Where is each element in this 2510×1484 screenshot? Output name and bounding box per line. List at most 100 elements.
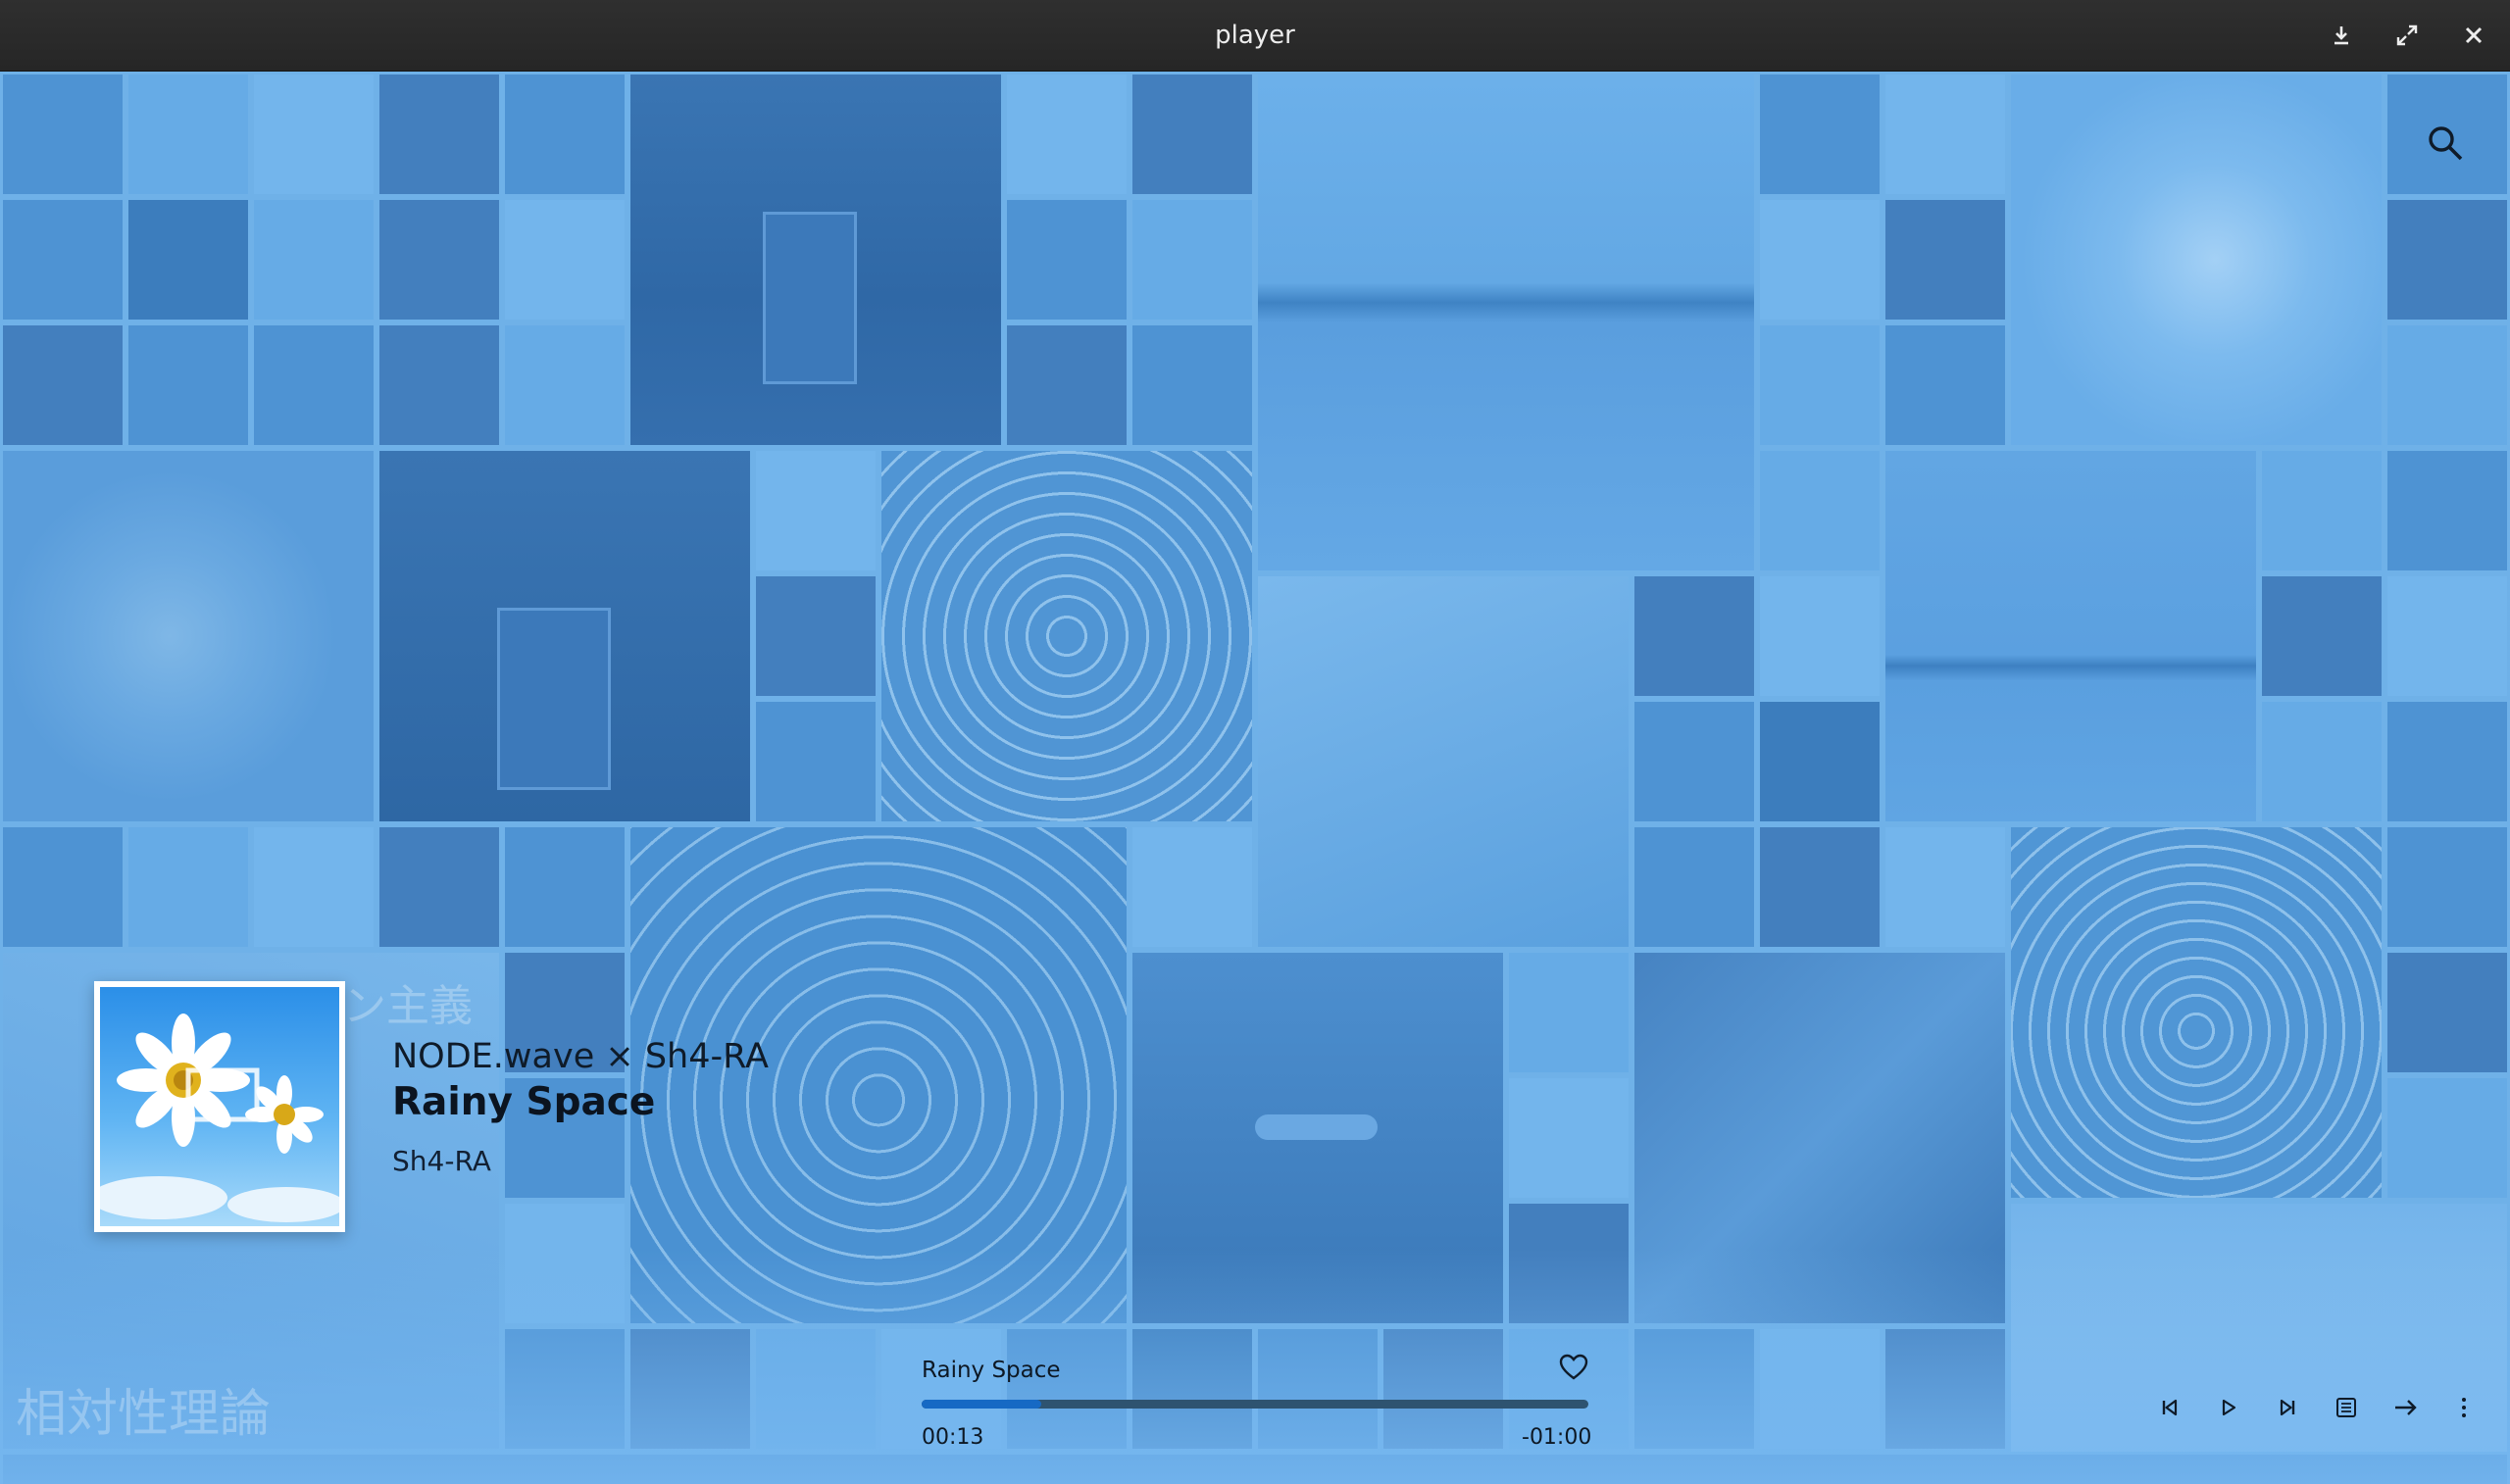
album-tile[interactable] bbox=[1757, 72, 1882, 197]
album-tile[interactable] bbox=[376, 448, 753, 824]
album-tile[interactable] bbox=[376, 72, 502, 197]
album-tile[interactable] bbox=[1882, 448, 2259, 824]
now-playing-album[interactable]: Sh4-RA bbox=[392, 1145, 491, 1177]
album-tile[interactable] bbox=[1004, 1326, 1130, 1452]
album-tile[interactable] bbox=[2384, 197, 2510, 322]
album-tile[interactable] bbox=[1632, 699, 1757, 824]
album-tile[interactable] bbox=[376, 824, 502, 950]
album-tile[interactable] bbox=[251, 72, 376, 197]
album-tile[interactable] bbox=[126, 322, 251, 448]
seek-bar[interactable] bbox=[922, 1400, 1588, 1409]
album-tile[interactable] bbox=[376, 322, 502, 448]
download-button[interactable] bbox=[2322, 16, 2361, 55]
album-tile[interactable] bbox=[1506, 1201, 1632, 1326]
album-tile[interactable] bbox=[1632, 950, 2008, 1326]
album-tile[interactable] bbox=[126, 197, 251, 322]
album-tile[interactable] bbox=[1130, 950, 1506, 1326]
album-tile[interactable] bbox=[2384, 573, 2510, 699]
album-tile[interactable] bbox=[1757, 322, 1882, 448]
album-tile[interactable] bbox=[2259, 699, 2384, 824]
album-tile[interactable] bbox=[1004, 72, 1130, 197]
close-button[interactable] bbox=[2454, 16, 2493, 55]
repeat-button[interactable] bbox=[2388, 1390, 2424, 1425]
now-playing-artist[interactable]: NODE.wave × Sh4-RA bbox=[392, 1037, 769, 1076]
album-tile[interactable] bbox=[1632, 1326, 1757, 1452]
album-tile[interactable] bbox=[1255, 72, 1757, 573]
album-tile[interactable] bbox=[753, 448, 878, 573]
album-tile[interactable] bbox=[126, 824, 251, 950]
window-titlebar[interactable]: player bbox=[0, 0, 2510, 72]
album-tile[interactable] bbox=[1506, 1075, 1632, 1201]
album-tile[interactable] bbox=[753, 699, 878, 824]
album-tile[interactable] bbox=[251, 197, 376, 322]
album-tile[interactable] bbox=[1130, 72, 1255, 197]
album-tile[interactable] bbox=[1757, 573, 1882, 699]
album-tile[interactable] bbox=[502, 72, 628, 197]
album-tile[interactable] bbox=[0, 197, 126, 322]
next-button[interactable] bbox=[2270, 1390, 2305, 1425]
album-tile[interactable] bbox=[2384, 824, 2510, 950]
album-tile[interactable] bbox=[126, 72, 251, 197]
album-tile[interactable] bbox=[628, 72, 1004, 448]
album-tile[interactable] bbox=[0, 824, 126, 950]
album-tile[interactable] bbox=[502, 824, 628, 950]
now-playing-title[interactable]: Rainy Space bbox=[392, 1080, 655, 1124]
album-tile[interactable] bbox=[376, 197, 502, 322]
album-tile[interactable] bbox=[502, 1201, 628, 1326]
album-tile[interactable] bbox=[1380, 1326, 1506, 1452]
album-tile[interactable] bbox=[1757, 197, 1882, 322]
album-tile[interactable] bbox=[1882, 824, 2008, 950]
album-tile[interactable] bbox=[502, 322, 628, 448]
album-tile[interactable] bbox=[1506, 950, 1632, 1075]
album-tile[interactable] bbox=[1130, 824, 1255, 950]
album-tile[interactable] bbox=[1255, 1326, 1380, 1452]
album-tile[interactable] bbox=[753, 1326, 878, 1452]
album-tile[interactable] bbox=[1757, 1326, 1882, 1452]
album-tile[interactable] bbox=[1882, 197, 2008, 322]
album-tile[interactable] bbox=[1632, 573, 1757, 699]
album-tile[interactable] bbox=[2384, 1075, 2510, 1201]
album-tile[interactable] bbox=[1757, 448, 1882, 573]
album-tile[interactable] bbox=[753, 573, 878, 699]
album-tile[interactable] bbox=[2008, 72, 2384, 448]
album-tile[interactable] bbox=[502, 1326, 628, 1452]
now-playing-cover-art[interactable] bbox=[94, 981, 345, 1232]
album-tile[interactable] bbox=[2259, 448, 2384, 573]
album-tile[interactable] bbox=[1255, 573, 1632, 950]
album-tile[interactable] bbox=[502, 197, 628, 322]
album-tile[interactable] bbox=[1130, 1326, 1255, 1452]
previous-button[interactable] bbox=[2152, 1390, 2187, 1425]
album-tile[interactable] bbox=[2384, 699, 2510, 824]
album-tile[interactable] bbox=[2384, 950, 2510, 1075]
album-tile[interactable] bbox=[1882, 1326, 2008, 1452]
more-options-button[interactable] bbox=[2446, 1390, 2482, 1425]
album-tile[interactable] bbox=[2008, 824, 2384, 1201]
album-tile[interactable] bbox=[878, 448, 1255, 824]
album-tile[interactable] bbox=[2259, 573, 2384, 699]
album-tile[interactable] bbox=[1004, 322, 1130, 448]
album-tile[interactable] bbox=[1632, 824, 1757, 950]
album-tile[interactable] bbox=[1757, 824, 1882, 950]
album-tile[interactable] bbox=[0, 1452, 2510, 1484]
album-tile[interactable] bbox=[1882, 322, 2008, 448]
album-tile[interactable] bbox=[0, 448, 376, 824]
favorite-button[interactable] bbox=[1559, 1354, 1588, 1383]
album-tile[interactable] bbox=[2384, 448, 2510, 573]
playlist-button[interactable] bbox=[2329, 1390, 2364, 1425]
album-tile[interactable] bbox=[1882, 72, 2008, 197]
album-tile[interactable] bbox=[0, 72, 126, 197]
album-tile[interactable] bbox=[251, 322, 376, 448]
album-tile[interactable] bbox=[1757, 699, 1882, 824]
album-tile[interactable] bbox=[251, 824, 376, 950]
album-tile[interactable] bbox=[1130, 322, 1255, 448]
download-icon bbox=[2331, 25, 2352, 46]
album-tile[interactable] bbox=[1004, 197, 1130, 322]
album-tile[interactable] bbox=[2384, 322, 2510, 448]
album-tile[interactable] bbox=[628, 1326, 753, 1452]
search-button[interactable] bbox=[2418, 116, 2473, 171]
play-button[interactable] bbox=[2211, 1390, 2246, 1425]
fullscreen-button[interactable] bbox=[2387, 16, 2427, 55]
album-tile[interactable] bbox=[1130, 197, 1255, 322]
album-tile[interactable] bbox=[0, 322, 126, 448]
album-tile[interactable] bbox=[2008, 1201, 2510, 1484]
